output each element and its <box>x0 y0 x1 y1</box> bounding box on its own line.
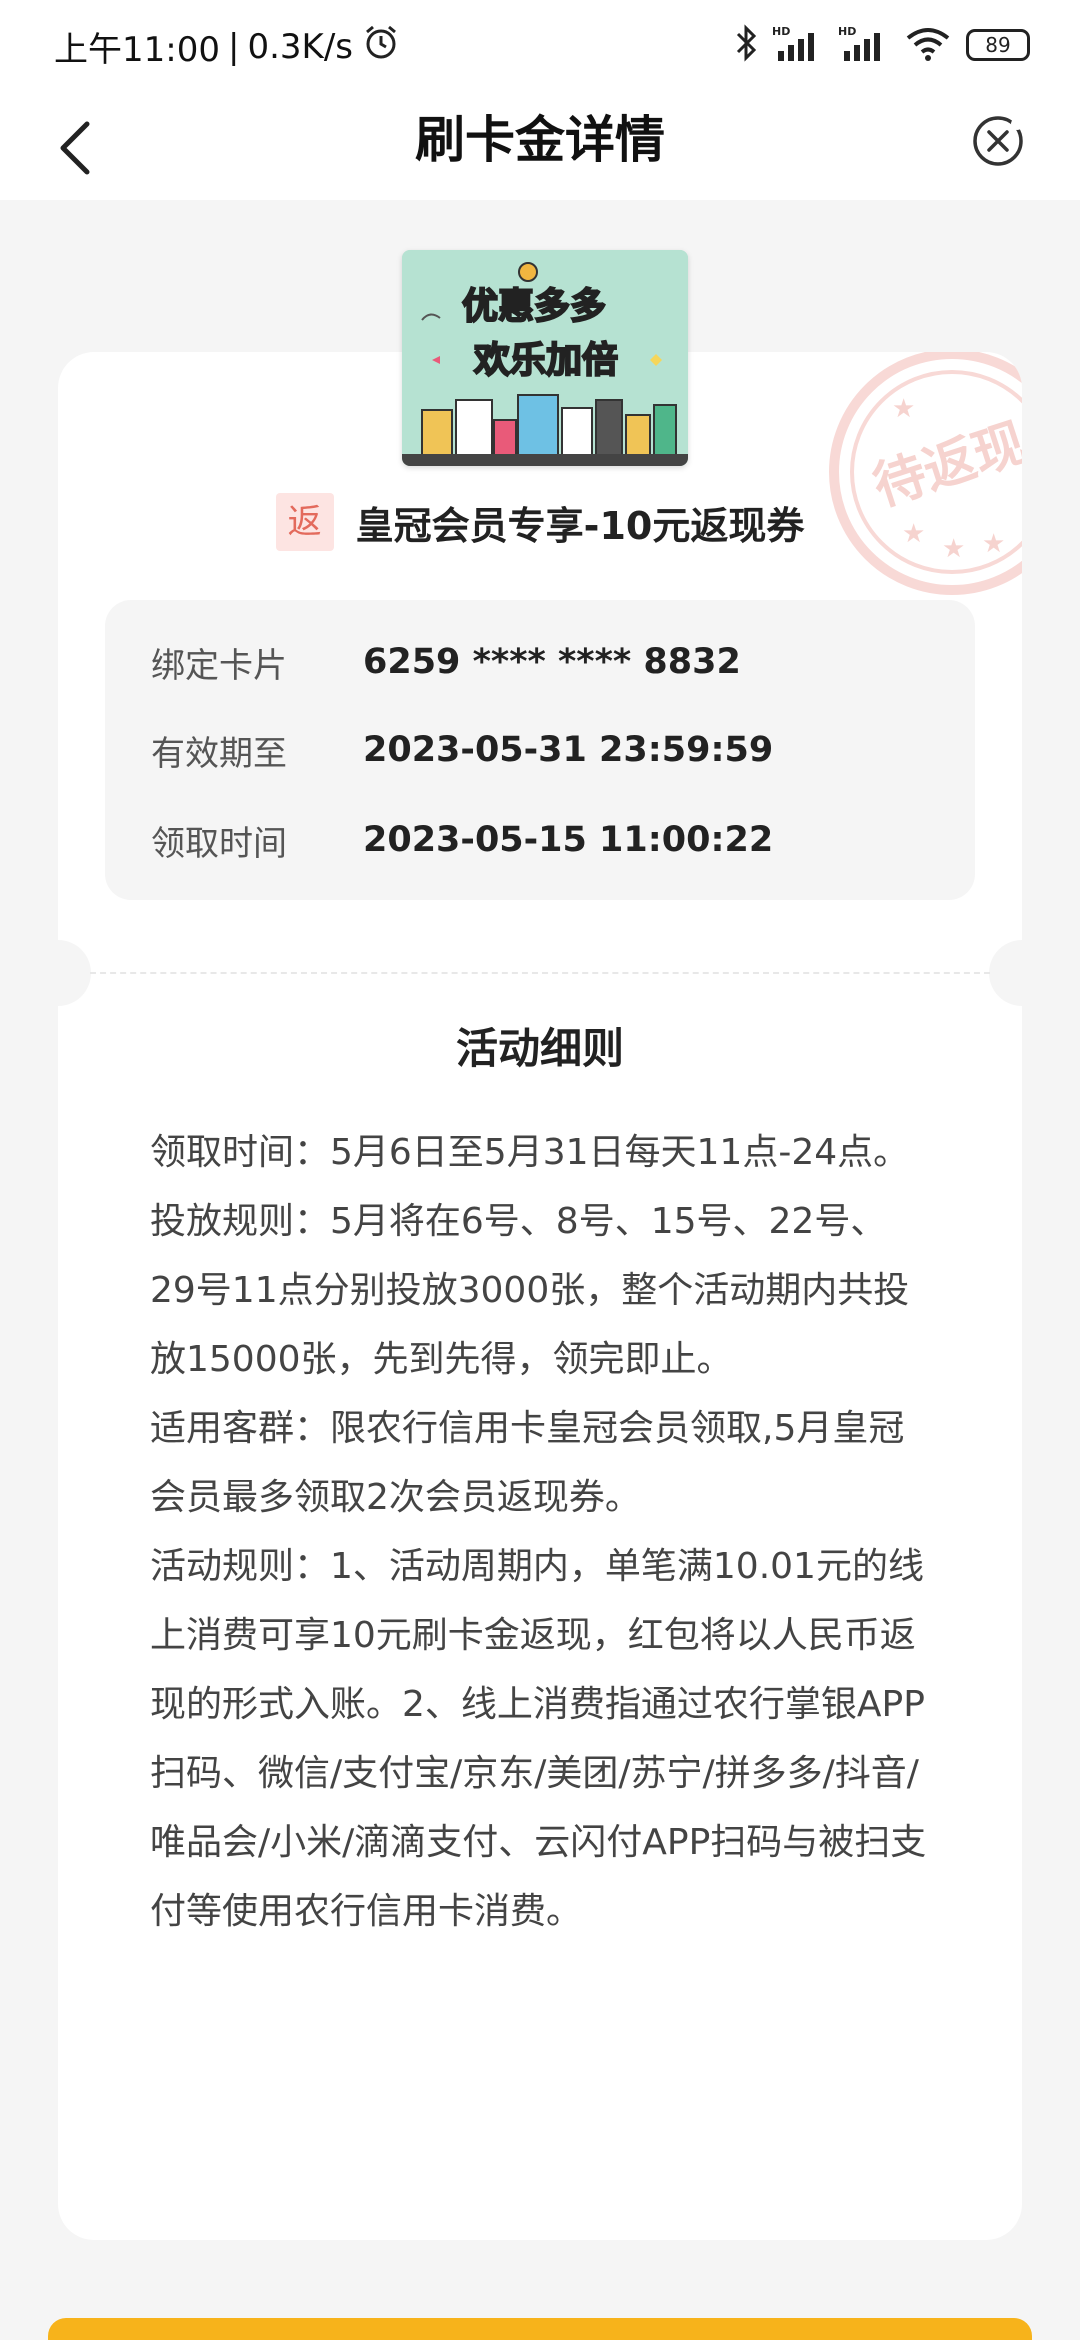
close-button[interactable] <box>966 109 1030 173</box>
svg-text:★: ★ <box>892 394 915 424</box>
wifi-icon <box>904 24 952 66</box>
svg-text:欢乐加倍: 欢乐加倍 <box>473 340 618 381</box>
status-speed: 0.3K/s <box>247 26 353 67</box>
ticket-divider <box>90 972 990 974</box>
info-label: 领取时间 <box>151 823 287 864</box>
close-circle-icon <box>973 116 1023 166</box>
info-row-card: 绑定卡片 6259 **** **** 8832 <box>151 632 741 692</box>
info-row-expiry: 有效期至 2023-05-31 23:59:59 <box>151 720 773 780</box>
info-value: 6259 **** **** 8832 <box>363 642 741 682</box>
cashback-badge: 返 <box>275 493 334 551</box>
ticket-notch-right <box>989 940 1055 1006</box>
bottom-action-button[interactable] <box>48 2318 1032 2340</box>
battery-icon: 89 <box>966 29 1030 61</box>
svg-text:HD: HD <box>838 25 856 38</box>
rules-paragraph: 投放规则：5月将在6号、8号、15号、22号、29号11点分别投放3000张，整… <box>150 1201 910 1380</box>
signal-icon-1: HD <box>772 23 824 67</box>
rules-paragraph: 领取时间：5月6日至5月31日每天11点-24点。 <box>150 1132 910 1173</box>
alarm-icon <box>361 22 401 71</box>
info-label: 绑定卡片 <box>151 645 287 686</box>
info-label: 有效期至 <box>151 733 287 774</box>
svg-text:优惠多多: 优惠多多 <box>462 286 606 327</box>
status-separator: | <box>227 26 240 67</box>
rules-paragraph: 活动规则：1、活动周期内，单笔满10.01元的线上消费可享10元刷卡金返现，红包… <box>150 1546 927 1932</box>
coupon-title: 皇冠会员专享-10元返现券 <box>355 503 805 548</box>
page-title: 刷卡金详情 <box>415 111 665 169</box>
rules-paragraph: 适用客群：限农行信用卡皇冠会员领取,5月皇冠会员最多领取2次会员返现券。 <box>150 1408 905 1518</box>
nav-bar: 刷卡金详情 <box>0 95 1080 200</box>
signal-icon-2: HD <box>838 23 890 67</box>
pending-cashback-stamp: 待返现 ★ ★ ★ ★ <box>822 352 1022 602</box>
ticket-notch-left <box>25 940 91 1006</box>
coupon-title-row: 返 皇冠会员专享-10元返现券 <box>0 490 1080 554</box>
info-value: 2023-05-31 23:59:59 <box>363 730 774 770</box>
rules-body: 领取时间：5月6日至5月31日每天11点-24点。 投放规则：5月将在6号、8号… <box>150 1118 930 1946</box>
info-row-received: 领取时间 2023-05-15 11:00:22 <box>151 810 773 870</box>
status-right: HD HD 89 <box>734 22 1030 68</box>
status-left: 上午11:00 | 0.3K/s <box>54 22 401 71</box>
svg-text:HD: HD <box>772 25 790 38</box>
coupon-cover-image: 优惠多多 欢乐加倍 <box>402 250 688 466</box>
status-time: 上午11:00 <box>54 30 220 70</box>
bluetooth-icon <box>734 24 758 66</box>
coupon-info-box: 绑定卡片 6259 **** **** 8832 有效期至 2023-05-31… <box>105 600 975 900</box>
page: 上午11:00 | 0.3K/s HD HD 89 刷卡金详情 待返现 ★ ★ … <box>0 0 1080 2340</box>
status-bar: 上午11:00 | 0.3K/s HD HD 89 <box>0 0 1080 95</box>
info-value: 2023-05-15 11:00:22 <box>363 820 774 860</box>
rules-title: 活动细则 <box>455 1024 624 1073</box>
